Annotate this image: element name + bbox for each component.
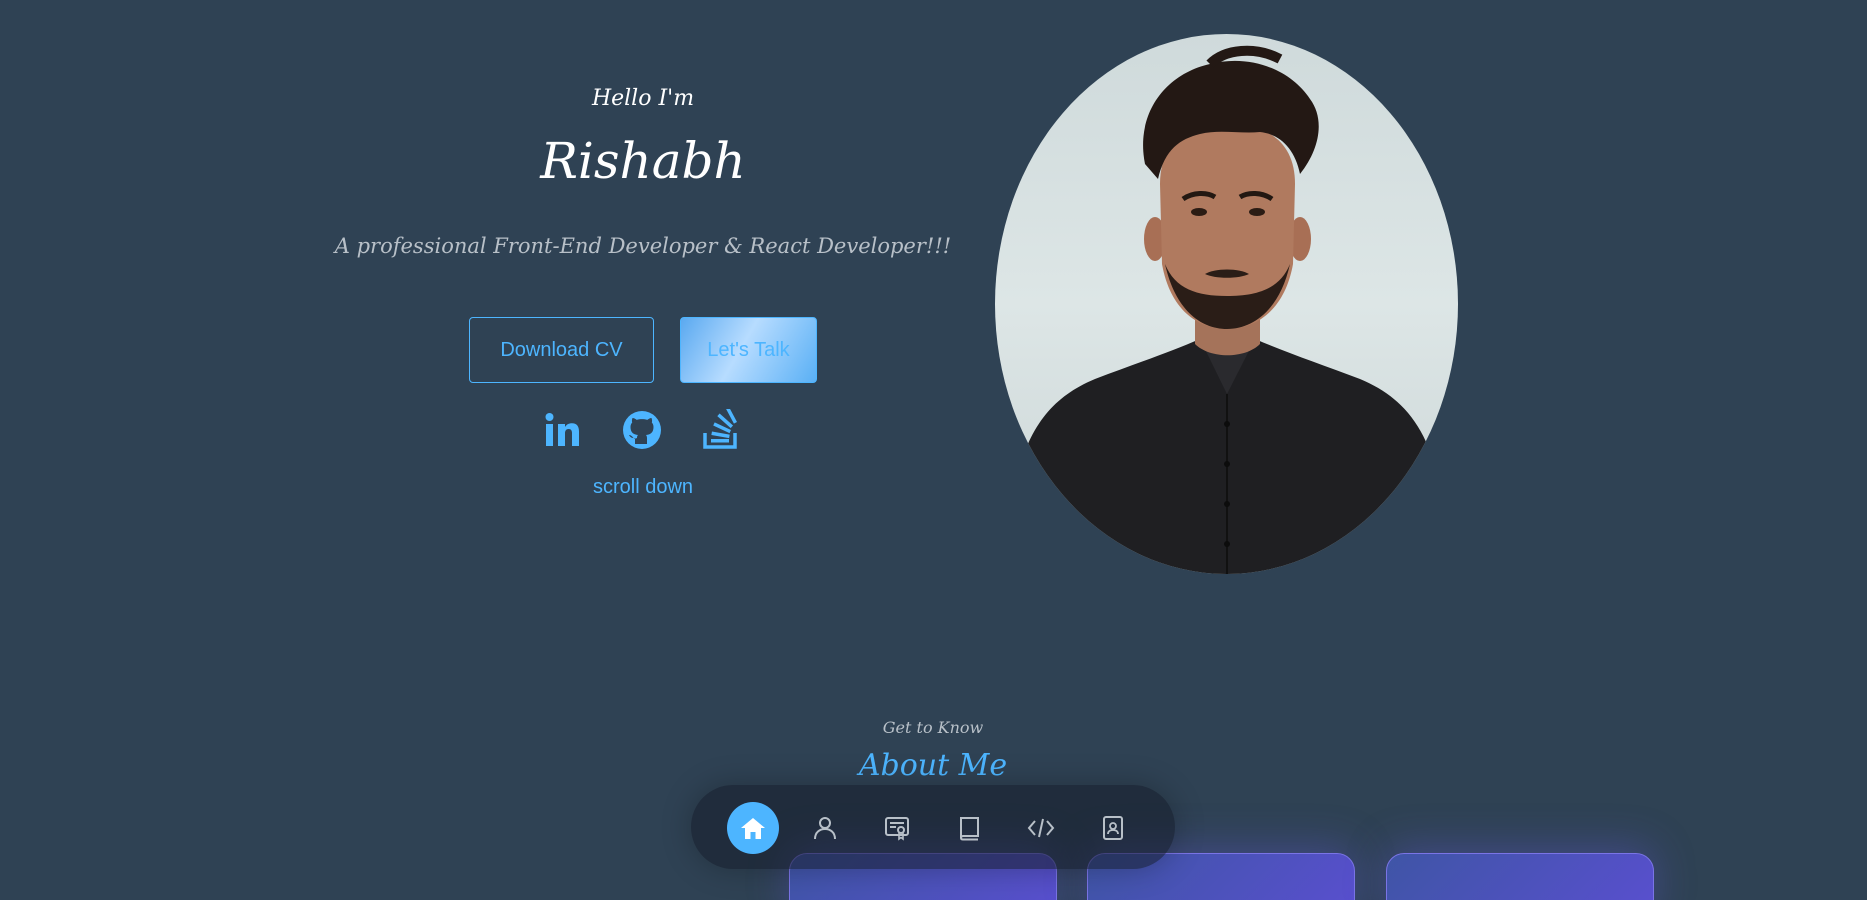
hero-tagline: A professional Front-End Developer & Rea… <box>334 234 952 258</box>
hero-name: Rishabh <box>540 132 746 190</box>
linkedin-icon[interactable] <box>540 408 584 452</box>
nav-certificate-icon[interactable] <box>871 802 923 854</box>
nav-home-icon[interactable] <box>727 802 779 854</box>
about-card <box>1386 853 1654 900</box>
profile-photo <box>995 34 1458 574</box>
scroll-down-link[interactable]: scroll down <box>543 476 743 499</box>
about-title: About Me <box>858 748 1008 783</box>
about-kicker: Get to Know <box>882 718 984 737</box>
portfolio-page: Hello I'm Rishabh A professional Front-E… <box>0 0 1867 900</box>
hero-greeting: Hello I'm <box>591 86 695 111</box>
nav-user-icon[interactable] <box>799 802 851 854</box>
social-links <box>540 408 750 454</box>
download-cv-button[interactable]: Download CV <box>469 317 654 383</box>
bottom-nav <box>691 785 1175 869</box>
nav-book-icon[interactable] <box>943 802 995 854</box>
lets-talk-button[interactable]: Let's Talk <box>680 317 817 383</box>
stackoverflow-icon[interactable] <box>699 408 743 452</box>
github-icon[interactable] <box>620 408 664 452</box>
nav-code-icon[interactable] <box>1015 802 1067 854</box>
nav-contact-icon[interactable] <box>1087 802 1139 854</box>
